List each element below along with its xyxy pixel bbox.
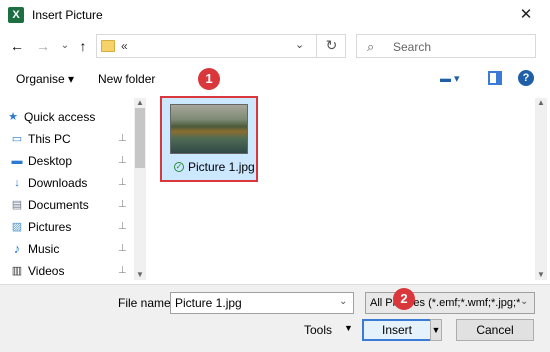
cancel-button[interactable]: Cancel xyxy=(456,319,534,341)
file-name-value: Picture 1.jpg xyxy=(175,296,242,310)
picture-thumbnail xyxy=(170,104,248,154)
new-folder-button[interactable]: New folder xyxy=(98,72,155,86)
sidebar-item-label: Pictures xyxy=(28,220,72,234)
organise-button[interactable]: Organise ▾ xyxy=(16,72,74,86)
forward-button[interactable]: → xyxy=(34,36,52,56)
pin-icon: ⊥ xyxy=(118,155,127,166)
navigation-pane: ★ Quick access ▭ This PC ⊥ ▬ Desktop ⊥ ↓… xyxy=(0,95,148,282)
recent-locations-dropdown[interactable]: ⌄ xyxy=(56,36,74,56)
close-button[interactable]: ✕ xyxy=(512,4,540,26)
pin-icon: ⊥ xyxy=(118,133,127,144)
address-bar[interactable]: « ⌄ xyxy=(96,34,346,58)
desktop-icon: ▬ xyxy=(11,155,23,167)
documents-icon: ▤ xyxy=(11,199,23,211)
folder-icon xyxy=(101,40,115,52)
file-list-scrollbar[interactable]: ▲ ▼ xyxy=(535,98,547,280)
help-icon[interactable]: ? xyxy=(518,70,534,86)
videos-icon: ▥ xyxy=(11,265,23,277)
sidebar-item-desktop[interactable]: ▬ Desktop ⊥ xyxy=(12,151,127,171)
sidebar-item-label: Quick access xyxy=(24,110,96,124)
sidebar-item-music[interactable]: ♪ Music ⊥ xyxy=(14,239,127,259)
dialog-footer: File name: Picture 1.jpg ⌄ All Pictures … xyxy=(0,284,550,352)
file-item[interactable]: ✓ Picture 1.jpg xyxy=(160,96,258,182)
scrollbar-thumb[interactable] xyxy=(135,108,145,168)
sidebar-item-quick-access[interactable]: ★ Quick access xyxy=(8,107,96,127)
sidebar-item-this-pc[interactable]: ▭ This PC ⊥ xyxy=(12,129,127,149)
search-placeholder: Search xyxy=(393,40,432,54)
sidebar-item-downloads[interactable]: ↓ Downloads ⊥ xyxy=(14,173,126,193)
scroll-up-icon[interactable]: ▲ xyxy=(134,98,146,108)
file-name-dropdown-icon[interactable]: ⌄ xyxy=(339,296,347,307)
step-badge-2: 2 xyxy=(393,288,415,310)
sidebar-item-documents[interactable]: ▤ Documents ⊥ xyxy=(12,195,127,215)
navigation-scrollbar[interactable]: ▲ ▼ xyxy=(134,98,146,280)
file-name-label: Picture 1.jpg xyxy=(188,160,255,174)
sidebar-item-label: Music xyxy=(28,242,60,256)
computer-icon: ▭ xyxy=(11,133,23,145)
file-type-select[interactable]: All Pictures (*.emf;*.wmf;*.jpg;* ⌄ xyxy=(365,292,535,314)
scroll-down-icon[interactable]: ▼ xyxy=(134,270,146,280)
scroll-up-icon[interactable]: ▲ xyxy=(535,98,547,108)
sidebar-item-pictures[interactable]: ▨ Pictures ⊥ xyxy=(12,217,127,237)
insert-button[interactable]: Insert xyxy=(362,319,432,341)
search-input[interactable]: ⌕ Search xyxy=(356,34,536,58)
pin-icon: ⊥ xyxy=(118,177,127,188)
tools-dropdown-icon[interactable]: ▼ xyxy=(344,323,353,333)
file-name-input[interactable]: Picture 1.jpg ⌄ xyxy=(170,292,354,314)
insert-options-dropdown-icon[interactable]: ▼ xyxy=(430,319,442,341)
star-icon: ★ xyxy=(8,111,18,123)
tools-button[interactable]: Tools xyxy=(304,323,332,337)
address-path: « xyxy=(121,39,128,53)
download-icon: ↓ xyxy=(14,177,20,189)
up-button[interactable]: ↑ xyxy=(74,36,92,56)
toolbar: Organise ▾ New folder ▬ ▾ ? xyxy=(0,66,550,92)
music-icon: ♪ xyxy=(13,241,21,256)
sidebar-item-label: This PC xyxy=(28,132,71,146)
sidebar-item-label: Downloads xyxy=(28,176,88,190)
pictures-icon: ▨ xyxy=(11,221,23,233)
address-dropdown-icon[interactable]: ⌄ xyxy=(295,38,304,51)
sidebar-item-label: Videos xyxy=(28,264,65,278)
search-icon: ⌕ xyxy=(367,39,375,54)
pin-icon: ⊥ xyxy=(118,265,127,276)
title-bar: X Insert Picture ✕ xyxy=(0,0,550,30)
excel-app-icon: X xyxy=(8,7,24,23)
sidebar-item-label: Documents xyxy=(28,198,89,212)
step-badge-1: 1 xyxy=(198,68,220,90)
back-button[interactable]: ← xyxy=(8,36,26,56)
pin-icon: ⊥ xyxy=(118,221,127,232)
window-title: Insert Picture xyxy=(32,8,103,22)
pin-icon: ⊥ xyxy=(118,199,127,210)
scroll-down-icon[interactable]: ▼ xyxy=(535,270,547,280)
file-type-dropdown-icon[interactable]: ⌄ xyxy=(520,296,529,307)
file-name-field-label: File name: xyxy=(118,296,175,310)
sync-check-icon: ✓ xyxy=(174,162,184,172)
sidebar-item-label: Desktop xyxy=(28,154,73,168)
refresh-button[interactable]: ↻ xyxy=(316,34,346,58)
change-view-icon[interactable]: ▬ ▾ xyxy=(440,72,466,86)
preview-pane-icon[interactable] xyxy=(488,71,502,85)
sidebar-item-videos[interactable]: ▥ Videos ⊥ xyxy=(12,261,127,281)
pin-icon: ⊥ xyxy=(118,243,127,254)
